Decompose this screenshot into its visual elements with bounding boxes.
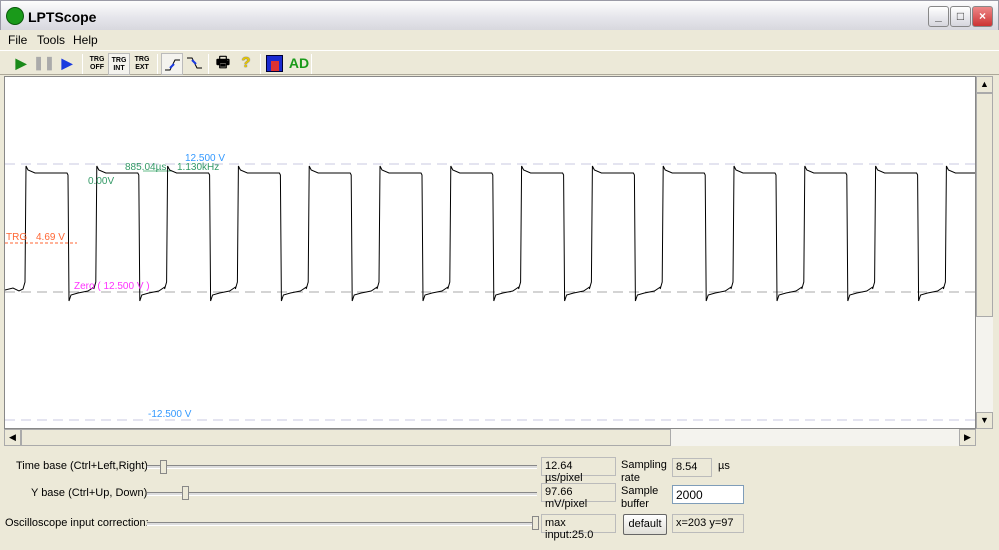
sample-buffer-label: Sample buffer (621, 485, 659, 510)
menu-help[interactable]: Help (73, 33, 98, 47)
time-base-slider[interactable] (147, 465, 537, 469)
sampling-rate-label: Sampling rate (621, 459, 667, 484)
y-base-slider-handle[interactable] (182, 486, 189, 500)
pause-icon[interactable]: ❚❚ (33, 53, 55, 75)
trigger-label: TRG (6, 232, 27, 243)
close-button[interactable]: × (972, 6, 993, 27)
sample-buffer-input[interactable]: 2000 (672, 485, 744, 504)
maximize-button[interactable]: □ (950, 6, 971, 27)
falling-edge-icon[interactable] (183, 53, 205, 75)
max-input-value: max input:25.0 (541, 514, 616, 541)
correction-slider[interactable] (147, 522, 537, 526)
sampling-rate-value: 8.54 (672, 458, 712, 477)
bottom-voltage-label: -12.500 V (148, 409, 192, 420)
step-icon[interactable]: ▶ (56, 53, 78, 75)
correction-label: Oscilloscope input correction: (5, 517, 149, 529)
rising-edge-icon[interactable] (161, 53, 183, 75)
time-base-label: Time base (Ctrl+Left,Right) (16, 460, 148, 472)
toolbar: ▶ ❚❚ ▶ TRG OFF TRG INT TRG EXT 🖶 ? AD (0, 50, 999, 75)
trg-int-button[interactable]: TRG INT (108, 53, 130, 75)
vertical-scroll-thumb[interactable] (976, 93, 993, 317)
sampling-rate-unit: µs (718, 460, 730, 472)
zero-label: Zero ( 12.500 V ) (74, 281, 150, 292)
scroll-right-icon[interactable]: ▶ (959, 429, 976, 446)
time-base-value: 12.64 µs/pixel (541, 457, 616, 484)
waveform-trace (5, 165, 975, 302)
menu-bar: File Tools Help (0, 30, 999, 49)
minimize-button[interactable]: _ (928, 6, 949, 27)
correction-slider-handle[interactable] (532, 516, 539, 530)
save-icon[interactable] (264, 53, 286, 75)
window-title: LPTScope (28, 9, 97, 25)
play-icon[interactable]: ▶ (10, 53, 32, 75)
scroll-left-icon[interactable]: ◀ (4, 429, 21, 446)
vertical-scrollbar[interactable]: ▲ ▼ (976, 76, 993, 429)
horizontal-scroll-thumb[interactable] (21, 429, 671, 446)
horizontal-scrollbar[interactable]: ◀ ▶ (4, 429, 976, 446)
printer-icon[interactable]: 🖶 (212, 53, 234, 75)
menu-tools[interactable]: Tools (37, 33, 65, 47)
trg-off-button[interactable]: TRG OFF (86, 53, 108, 75)
trg-ext-button[interactable]: TRG EXT (131, 53, 153, 75)
app-icon (6, 7, 24, 25)
trigger-value: 4.69 V (36, 232, 65, 243)
default-button[interactable]: default (623, 514, 667, 535)
frequency-label: 1.130kHz (177, 162, 219, 173)
title-bar: LPTScope _ □ × (0, 0, 999, 30)
period-label: 885.04µs (125, 162, 166, 173)
oscilloscope-display[interactable]: 12.500 V 885.04µs 1.130kHz 0.00V TRG 4.6… (4, 76, 976, 429)
y-base-label: Y base (Ctrl+Up, Down) (31, 487, 148, 499)
menu-file[interactable]: File (8, 33, 27, 47)
scroll-up-icon[interactable]: ▲ (976, 76, 993, 93)
y-base-value: 97.66 mV/pixel (541, 483, 616, 510)
cursor-voltage-label: 0.00V (88, 176, 114, 187)
cursor-coordinates: x=203 y=97 (672, 514, 744, 533)
time-base-slider-handle[interactable] (160, 460, 167, 474)
ad-button[interactable]: AD (287, 53, 311, 75)
scroll-down-icon[interactable]: ▼ (976, 412, 993, 429)
y-base-slider[interactable] (147, 492, 537, 496)
help-icon[interactable]: ? (235, 53, 257, 75)
